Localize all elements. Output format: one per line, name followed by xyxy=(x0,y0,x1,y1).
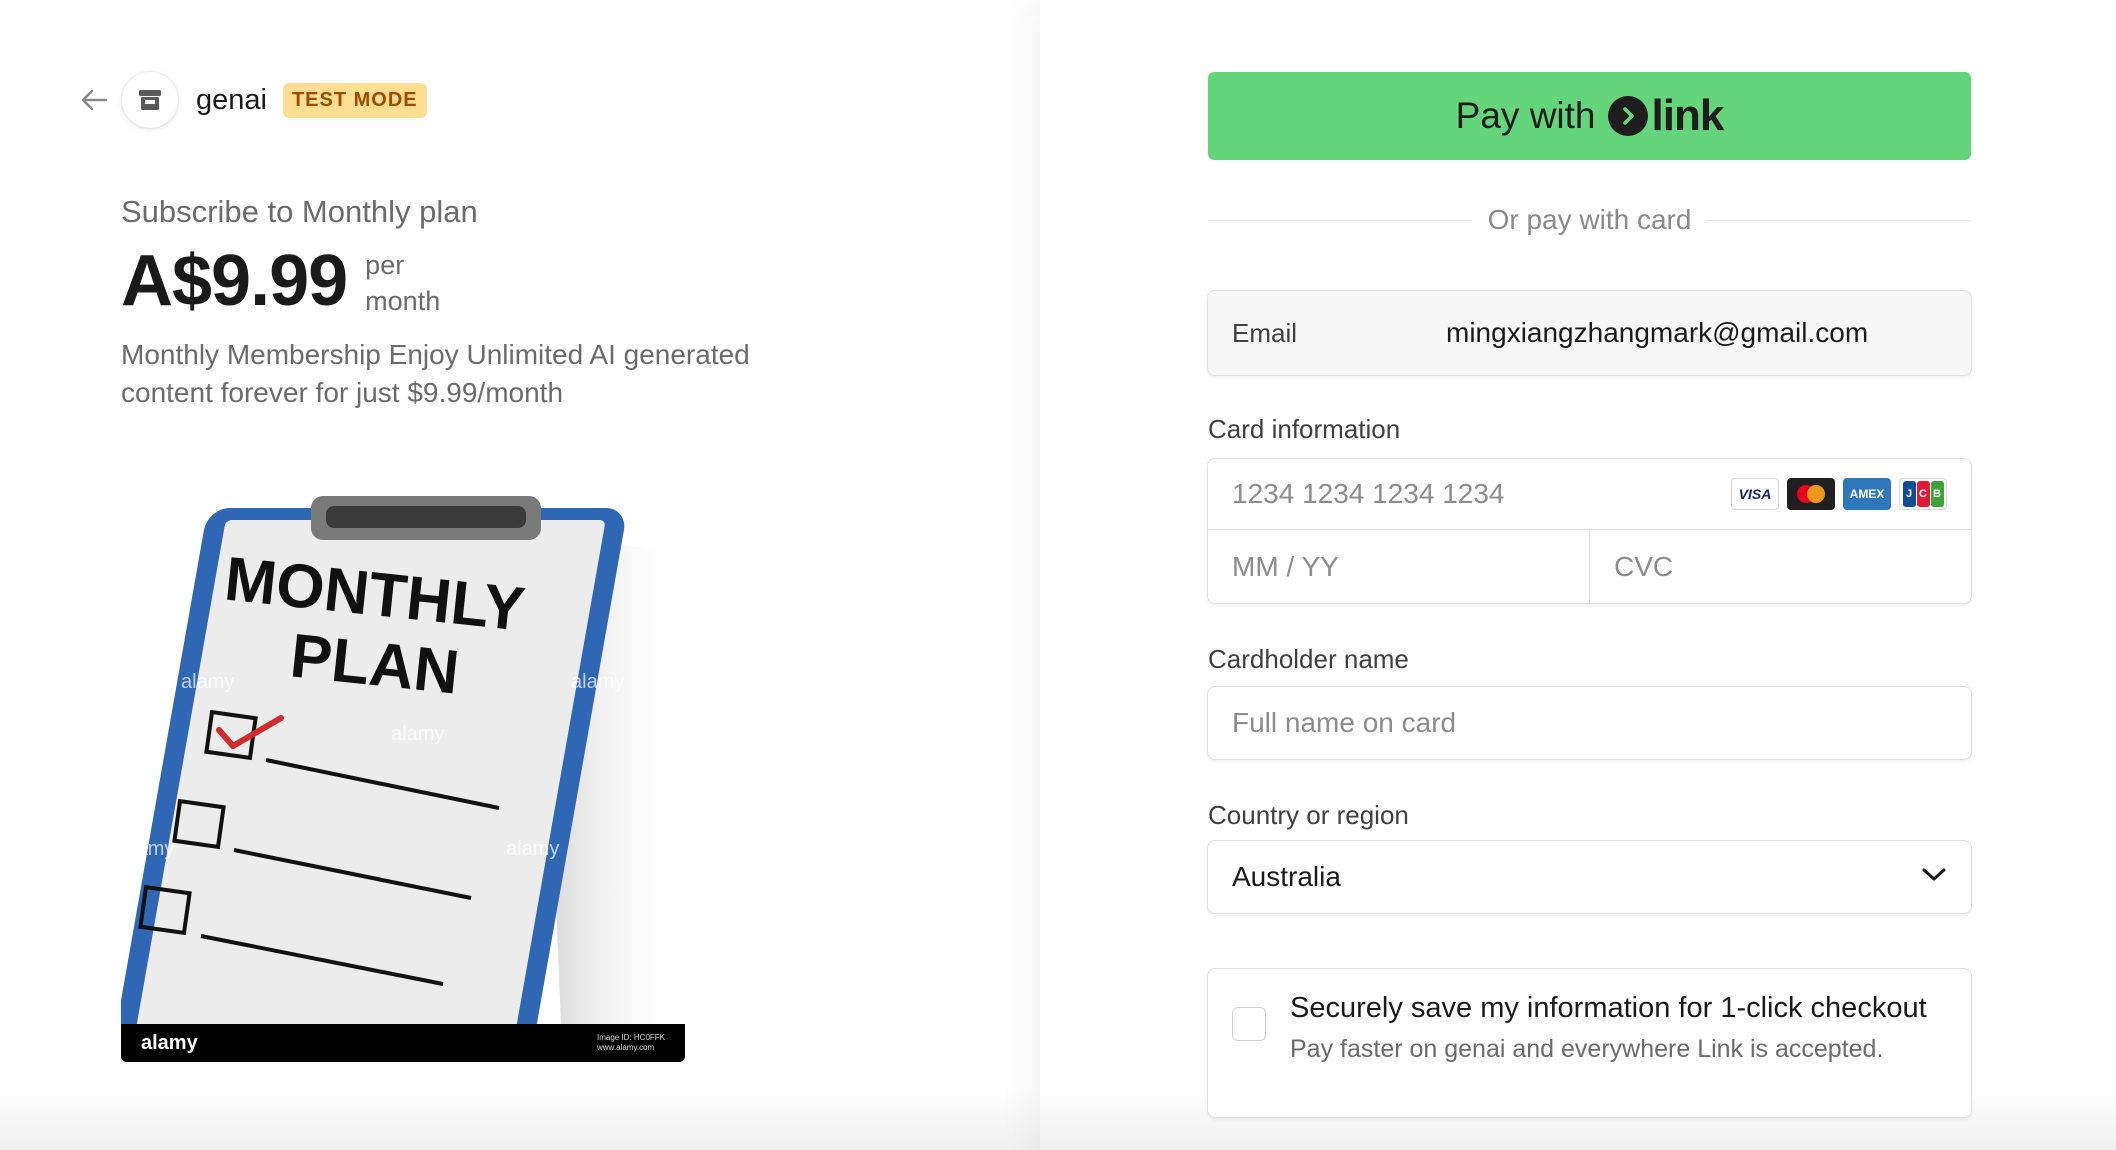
divider-line-left xyxy=(1208,219,1472,221)
jcb-icon: J C B xyxy=(1899,478,1947,510)
cardholder-name-label: Cardholder name xyxy=(1208,644,1409,674)
cardholder-name-field xyxy=(1207,686,1972,760)
jcb-c: C xyxy=(1916,481,1930,507)
checkout-page: genai TEST MODE Subscribe to Monthly pla… xyxy=(0,0,2116,1150)
pay-divider: Or pay with card xyxy=(1208,204,1972,236)
price-amount: A$9.99 xyxy=(121,241,348,321)
back-arrow-icon[interactable] xyxy=(78,84,110,116)
country-select[interactable]: Australia xyxy=(1207,840,1972,914)
divider-line-right xyxy=(1707,219,1972,221)
image-footer-logo: alamy xyxy=(141,1031,198,1054)
order-summary-panel: genai TEST MODE Subscribe to Monthly pla… xyxy=(0,0,1040,1150)
email-label: Email xyxy=(1232,317,1298,348)
save-info-title: Securely save my information for 1-click… xyxy=(1290,992,1927,1024)
watermark-2: alamy xyxy=(571,671,624,693)
card-information-group: VISA AMEX J C B xyxy=(1207,458,1972,604)
price-row: A$9.99 per month xyxy=(121,245,440,319)
clipboard-illustration: MONTHLY PLAN alamy alamy alamy alamy ala… xyxy=(121,496,685,1062)
save-info-box: Securely save my information for 1-click… xyxy=(1207,968,1972,1118)
card-bottom-row: 135 xyxy=(1208,530,1971,603)
country-value: Australia xyxy=(1232,861,1341,892)
link-chevron-icon xyxy=(1607,96,1648,136)
cardholder-name-input[interactable] xyxy=(1232,707,1947,739)
divider-text: Or pay with card xyxy=(1487,204,1692,235)
save-info-text: Securely save my information for 1-click… xyxy=(1290,989,1927,1097)
price-period: per month xyxy=(365,247,440,319)
cvc-input[interactable] xyxy=(1614,550,1971,583)
email-field[interactable]: Email mingxiangzhangmark@gmail.com xyxy=(1207,290,1972,376)
card-information-label: Card information xyxy=(1208,414,1401,444)
merchant-name: genai xyxy=(196,83,267,116)
save-info-subtitle: Pay faster on genai and everywhere Link … xyxy=(1290,1035,1884,1063)
merchant-header: genai TEST MODE xyxy=(78,72,427,128)
period-line-2: month xyxy=(365,286,441,316)
watermark-3: alamy xyxy=(391,723,444,745)
store-icon xyxy=(122,72,178,128)
bottom-fade xyxy=(0,1090,1040,1150)
expiry-cell xyxy=(1208,530,1593,603)
watermark-1: alamy xyxy=(181,671,234,693)
link-logo: link xyxy=(1607,91,1725,141)
product-description: Monthly Membership Enjoy Unlimited AI ge… xyxy=(121,339,750,408)
image-url-text: www.alamy.com xyxy=(596,1043,655,1052)
period-line-1: per xyxy=(365,250,405,280)
pay-with-label: Pay with xyxy=(1455,95,1596,136)
pay-with-link-button[interactable]: Pay with link xyxy=(1208,72,1971,160)
visa-icon: VISA xyxy=(1731,478,1779,510)
link-word: link xyxy=(1651,91,1725,140)
card-number-input[interactable] xyxy=(1232,478,1731,510)
jcb-j: J xyxy=(1902,481,1916,507)
cvc-cell: 135 xyxy=(1590,530,1971,603)
image-footer: alamy Image ID: HC0FFK www.alamy.com xyxy=(121,1024,685,1062)
mastercard-icon xyxy=(1787,478,1835,510)
amex-icon: AMEX xyxy=(1843,478,1891,510)
jcb-b: B xyxy=(1930,481,1944,507)
subscribe-title: Subscribe to Monthly plan xyxy=(121,194,478,229)
test-mode-badge: TEST MODE xyxy=(282,82,427,118)
image-id-text: Image ID: HC0FFK xyxy=(596,1033,665,1042)
save-info-checkbox[interactable] xyxy=(1232,1007,1266,1041)
chevron-down-icon xyxy=(1921,867,1947,888)
country-label: Country or region xyxy=(1208,800,1409,830)
expiry-input[interactable] xyxy=(1232,550,1593,583)
product-image: MONTHLY PLAN alamy alamy alamy alamy ala… xyxy=(121,490,685,1062)
card-number-row: VISA AMEX J C B xyxy=(1208,459,1971,530)
watermark-5: alamy xyxy=(506,838,559,860)
email-value: mingxiangzhangmark@gmail.com xyxy=(1446,317,1869,348)
watermark-4: alamy xyxy=(121,838,174,860)
image-footer-id: Image ID: HC0FFK www.alamy.com xyxy=(597,1033,665,1053)
card-brand-icons: VISA AMEX J C B xyxy=(1731,478,1947,510)
